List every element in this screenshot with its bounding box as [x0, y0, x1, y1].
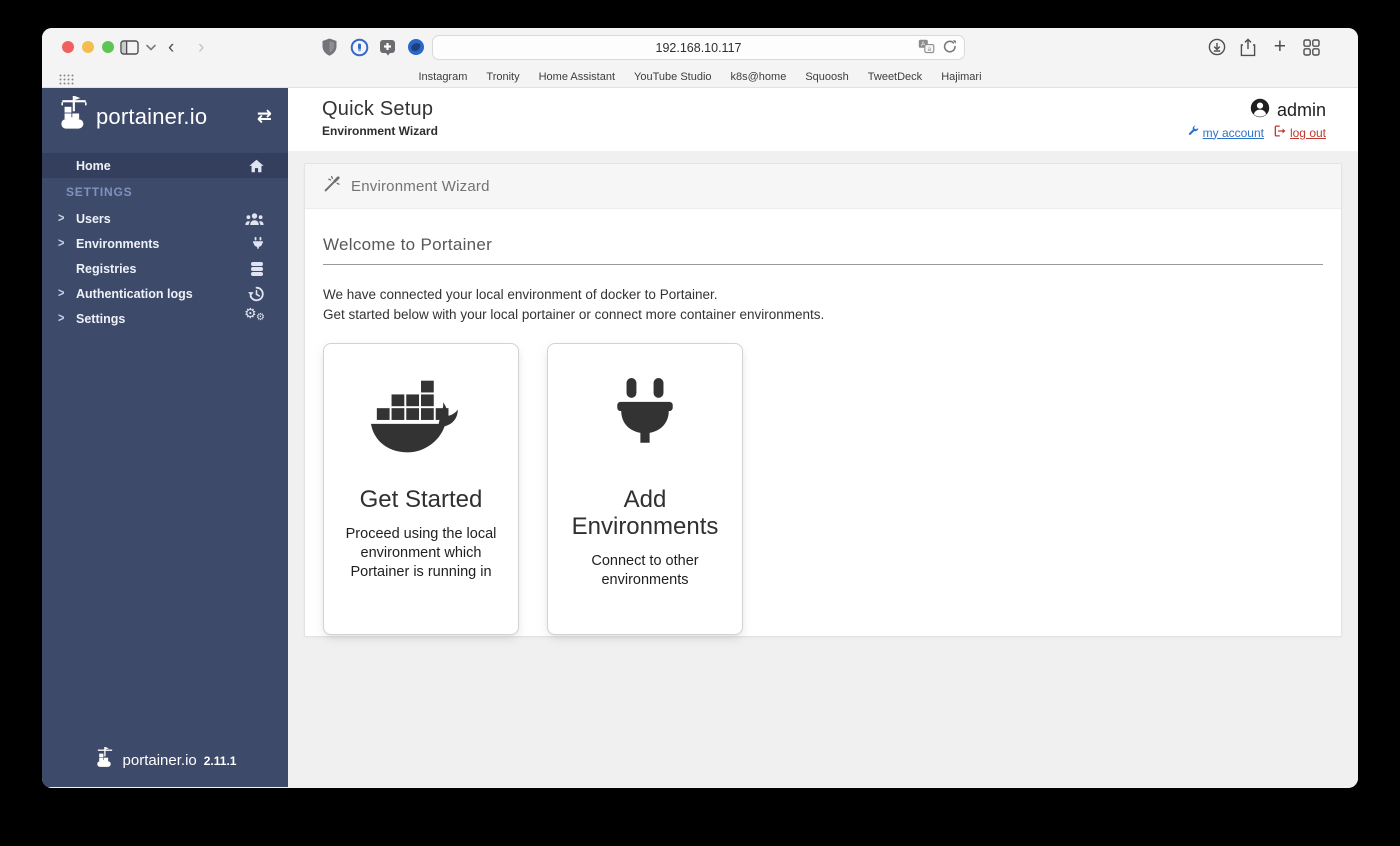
magic-wand-icon — [323, 175, 341, 197]
bookmarks-bar: Instagram Tronity Home Assistant YouTube… — [42, 66, 1358, 88]
close-window-button[interactable] — [62, 41, 74, 53]
share-icon[interactable] — [1240, 36, 1256, 58]
bookmark-instagram[interactable]: Instagram — [418, 71, 467, 83]
sidebar-menu: Home SETTINGS > Users > Environments Reg… — [42, 153, 288, 331]
bookmark-squoosh[interactable]: Squoosh — [805, 71, 848, 83]
minimize-window-button[interactable] — [82, 41, 94, 53]
forward-button[interactable]: › — [198, 36, 204, 58]
sidebar-footer: portainer.io 2.11.1 — [42, 746, 288, 775]
sidebar-collapse-icon[interactable]: ⇄ — [257, 106, 272, 127]
sidebar-item-label: Authentication logs — [76, 286, 193, 301]
sidebar-logo-text: portainer.io — [96, 103, 208, 129]
bookmark-k8s-home[interactable]: k8s@home — [731, 71, 787, 83]
sidebar-item-settings[interactable]: > Settings ⚙ ⚙ — [42, 306, 288, 331]
bookmark-hajimari[interactable]: Hajimari — [941, 71, 981, 83]
database-icon — [250, 261, 264, 276]
sidebar-logo[interactable]: portainer.io ⇄ — [42, 88, 288, 145]
card-title: Get Started — [359, 486, 483, 513]
page-header: Quick Setup Environment Wizard admin my … — [288, 88, 1358, 151]
welcome-heading: Welcome to Portainer — [323, 235, 1323, 265]
new-tab-icon[interactable]: + — [1274, 35, 1286, 58]
traffic-lights — [62, 41, 114, 53]
environment-wizard-panel: Environment Wizard Welcome to Portainer … — [304, 163, 1342, 637]
portainer-whale-logo-icon — [94, 746, 116, 775]
wrench-icon — [1187, 125, 1199, 140]
sidebar-item-authentication-logs[interactable]: > Authentication logs — [42, 281, 288, 306]
downloads-icon[interactable] — [1208, 36, 1226, 58]
url-bar[interactable]: 192.168.10.117 Aa — [432, 35, 965, 60]
sidebar: portainer.io ⇄ Home SETTINGS > Users > E… — [42, 88, 288, 787]
plug-icon — [252, 236, 264, 251]
my-account-link[interactable]: my account — [1187, 125, 1264, 140]
footer-logo-text: portainer.io — [122, 752, 197, 769]
annotate-extension-icon[interactable] — [379, 36, 396, 58]
page-body: Environment Wizard Welcome to Portainer … — [288, 151, 1358, 787]
sidebar-item-label: Environments — [76, 236, 160, 251]
shield-extension-icon[interactable] — [322, 36, 337, 58]
sidebar-item-label: Settings — [76, 311, 126, 326]
bookmark-home-assistant[interactable]: Home Assistant — [539, 71, 615, 83]
chevron-right-icon: > — [58, 286, 65, 300]
log-out-link[interactable]: log out — [1274, 125, 1326, 140]
intro-line-1: We have connected your local environment… — [323, 287, 718, 302]
browser-window: ‹ › 192.168.10.117 Aa + Instagram Tronit… — [42, 28, 1358, 788]
card-description: Proceed using the local environment whic… — [345, 526, 497, 580]
get-started-card[interactable]: Get Started Proceed using the local envi… — [323, 343, 519, 635]
sidebar-item-home[interactable]: Home — [42, 153, 288, 178]
history-icon — [248, 286, 264, 301]
browser-toolbar: ‹ › 192.168.10.117 Aa + — [42, 28, 1358, 66]
username: admin — [1276, 100, 1326, 120]
bookmark-tweetdeck[interactable]: TweetDeck — [868, 71, 922, 83]
users-icon — [245, 212, 264, 226]
back-button[interactable]: ‹ — [168, 36, 174, 58]
sidebar-item-label: Users — [76, 211, 111, 226]
zoom-window-button[interactable] — [102, 41, 114, 53]
cogs-icon: ⚙ ⚙ — [244, 305, 265, 323]
sidebar-item-label: Home — [76, 158, 111, 173]
page-subtitle: Environment Wizard — [322, 124, 438, 138]
translate-icon[interactable]: Aa — [918, 39, 935, 59]
panel-header: Environment Wizard — [305, 164, 1341, 209]
bookmark-youtube-studio[interactable]: YouTube Studio — [634, 71, 711, 83]
url-text[interactable]: 192.168.10.117 — [433, 41, 964, 55]
sidebar-chevron-down-icon[interactable] — [146, 36, 156, 58]
card-description: Connect to other environments — [591, 553, 699, 588]
log-out-icon — [1274, 125, 1286, 140]
onepassword-extension-icon[interactable] — [350, 36, 369, 58]
portainer-whale-logo-icon — [56, 95, 92, 138]
panel-title: Environment Wizard — [351, 177, 490, 195]
version-label: 2.11.1 — [203, 753, 237, 768]
add-environments-card[interactable]: Add Environments Connect to other enviro… — [547, 343, 743, 635]
main-area: Quick Setup Environment Wizard admin my … — [288, 88, 1358, 787]
blue-extension-icon[interactable] — [407, 36, 425, 58]
sidebar-item-label: Registries — [76, 261, 137, 276]
home-icon — [249, 159, 264, 173]
chevron-right-icon: > — [58, 211, 65, 225]
tab-overview-icon[interactable] — [1303, 36, 1320, 58]
sidebar-item-environments[interactable]: > Environments — [42, 231, 288, 256]
sidebar-item-registries[interactable]: Registries — [42, 256, 288, 281]
intro-line-2: Get started below with your local portai… — [323, 307, 825, 322]
bookmark-tronity[interactable]: Tronity — [486, 71, 519, 83]
page-title: Quick Setup — [322, 98, 434, 120]
sidebar-toggle-icon[interactable] — [120, 36, 139, 58]
docker-whale-icon — [324, 370, 518, 464]
user-circle-icon — [1250, 98, 1270, 123]
chevron-right-icon: > — [58, 311, 65, 325]
card-title: Add Environments — [571, 486, 719, 540]
reload-icon[interactable] — [943, 39, 957, 59]
sidebar-section-settings: SETTINGS — [66, 185, 133, 199]
plug-icon — [548, 370, 742, 464]
chevron-right-icon: > — [58, 236, 65, 250]
sidebar-item-users[interactable]: > Users — [42, 206, 288, 231]
